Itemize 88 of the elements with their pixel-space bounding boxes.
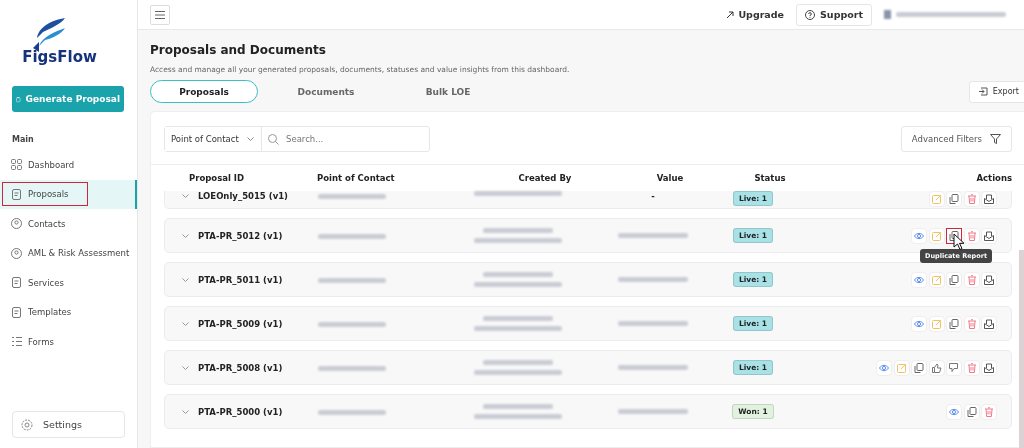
proposal-id: PTA-PR_5009 (v1)	[198, 318, 283, 329]
chevron-down-icon[interactable]	[182, 365, 189, 370]
blurred-text	[483, 228, 553, 233]
eye-icon[interactable]	[911, 227, 927, 244]
tab[interactable]: Proposals	[150, 80, 258, 103]
sidebar-item[interactable]: Dashboard	[0, 150, 137, 180]
sidebar-item[interactable]: Templates	[0, 297, 137, 327]
scrollbar[interactable]	[1019, 250, 1024, 448]
blurred-text	[318, 321, 386, 327]
export-button[interactable]: Export	[968, 80, 1024, 103]
copy-icon[interactable]	[911, 359, 927, 376]
blurred-text	[318, 409, 386, 415]
chevron-down-icon[interactable]	[182, 194, 189, 198]
menu-button[interactable]	[150, 4, 170, 25]
blurred-text	[483, 404, 553, 409]
search-icon	[268, 133, 279, 145]
proposal-id: PTA-PR_5000 (v1)	[198, 406, 283, 417]
copy-icon[interactable]	[946, 271, 962, 288]
sidebar-item[interactable]: Forms	[0, 327, 137, 357]
chevron-down-icon[interactable]	[182, 409, 189, 414]
sidebar-item[interactable]: Proposals	[0, 179, 137, 209]
blurred-text	[483, 360, 553, 365]
chevron-down-icon[interactable]	[182, 277, 189, 282]
sidebar-item[interactable]: Contacts	[0, 209, 137, 239]
value-text: -	[651, 191, 655, 201]
help-icon	[805, 9, 816, 20]
proposal-id: PTA-PR_5011 (v1)	[198, 274, 283, 285]
copy-icon[interactable]	[963, 403, 980, 420]
settings-button[interactable]: Settings	[12, 411, 125, 438]
proposal-id: PTA-PR_5012 (v1)	[198, 230, 283, 241]
document-icon	[11, 306, 22, 318]
list-icon	[11, 336, 22, 348]
envelope-icon[interactable]	[981, 359, 997, 376]
settings-icon	[21, 418, 33, 431]
chevron-down-icon[interactable]	[182, 233, 189, 238]
edit-icon[interactable]	[928, 227, 945, 244]
envelope-icon[interactable]	[981, 227, 997, 244]
blurred-text	[618, 277, 688, 282]
advanced-filters-button[interactable]: Advanced Filters	[900, 126, 1012, 152]
proposal-id: PTA-PR_5008 (v1)	[198, 362, 283, 373]
column-header: Actions	[975, 173, 1012, 183]
tab[interactable]: Bulk LOE	[394, 80, 502, 103]
copy-icon[interactable]	[946, 191, 962, 207]
copy-icon[interactable]	[946, 315, 962, 332]
trash-icon[interactable]	[981, 403, 997, 420]
blurred-text	[618, 233, 688, 238]
menu-icon	[155, 10, 165, 19]
eye-icon[interactable]	[911, 315, 927, 332]
blurred-text	[618, 321, 688, 326]
document-icon	[11, 188, 22, 200]
upgrade-link[interactable]: Upgrade	[726, 9, 785, 20]
envelope-icon[interactable]	[981, 271, 997, 288]
filter-icon	[990, 134, 1001, 144]
export-icon	[977, 87, 988, 96]
blurred-text	[318, 194, 386, 199]
column-header: Created By	[517, 173, 573, 183]
section-label: Main	[12, 135, 35, 144]
sidebar-item[interactable]: AML & Risk Assessment	[0, 238, 137, 268]
envelope-icon[interactable]	[981, 315, 997, 332]
sidebar-item[interactable]: Services	[0, 268, 137, 298]
support-button[interactable]: Support	[796, 3, 872, 26]
contact-dropdown[interactable]: Point of Contact	[165, 127, 262, 151]
column-header: Value	[655, 173, 685, 183]
eye-icon[interactable]	[946, 403, 962, 420]
tab[interactable]: Documents	[272, 80, 380, 103]
eye-icon[interactable]	[911, 271, 927, 288]
column-header: Status	[753, 173, 787, 183]
arrow-icon	[726, 10, 735, 19]
page-title: Proposals and Documents	[150, 43, 327, 57]
blurred-text	[318, 277, 386, 283]
column-header: Proposal ID	[188, 173, 246, 183]
chevron-down-icon[interactable]	[182, 321, 189, 326]
chevron-down-icon	[246, 137, 254, 141]
grid-icon	[11, 159, 22, 171]
blurred-text	[318, 365, 386, 371]
blurred-text	[618, 409, 688, 414]
blurred-text	[618, 365, 688, 370]
blurred-text	[483, 316, 553, 321]
document-icon	[11, 277, 22, 289]
blurred-text	[318, 233, 386, 239]
thumbs-up-icon[interactable]	[928, 359, 945, 376]
eye-icon[interactable]	[876, 359, 892, 376]
logo-text: FigsFlow	[22, 48, 97, 66]
column-header: Point of Contact	[317, 173, 396, 183]
blurred-text	[483, 272, 553, 277]
thumbs-down-icon[interactable]	[946, 359, 962, 376]
envelope-icon[interactable]	[981, 191, 997, 207]
proposal-id: LOEOnly_5015 (v1)	[198, 191, 288, 201]
